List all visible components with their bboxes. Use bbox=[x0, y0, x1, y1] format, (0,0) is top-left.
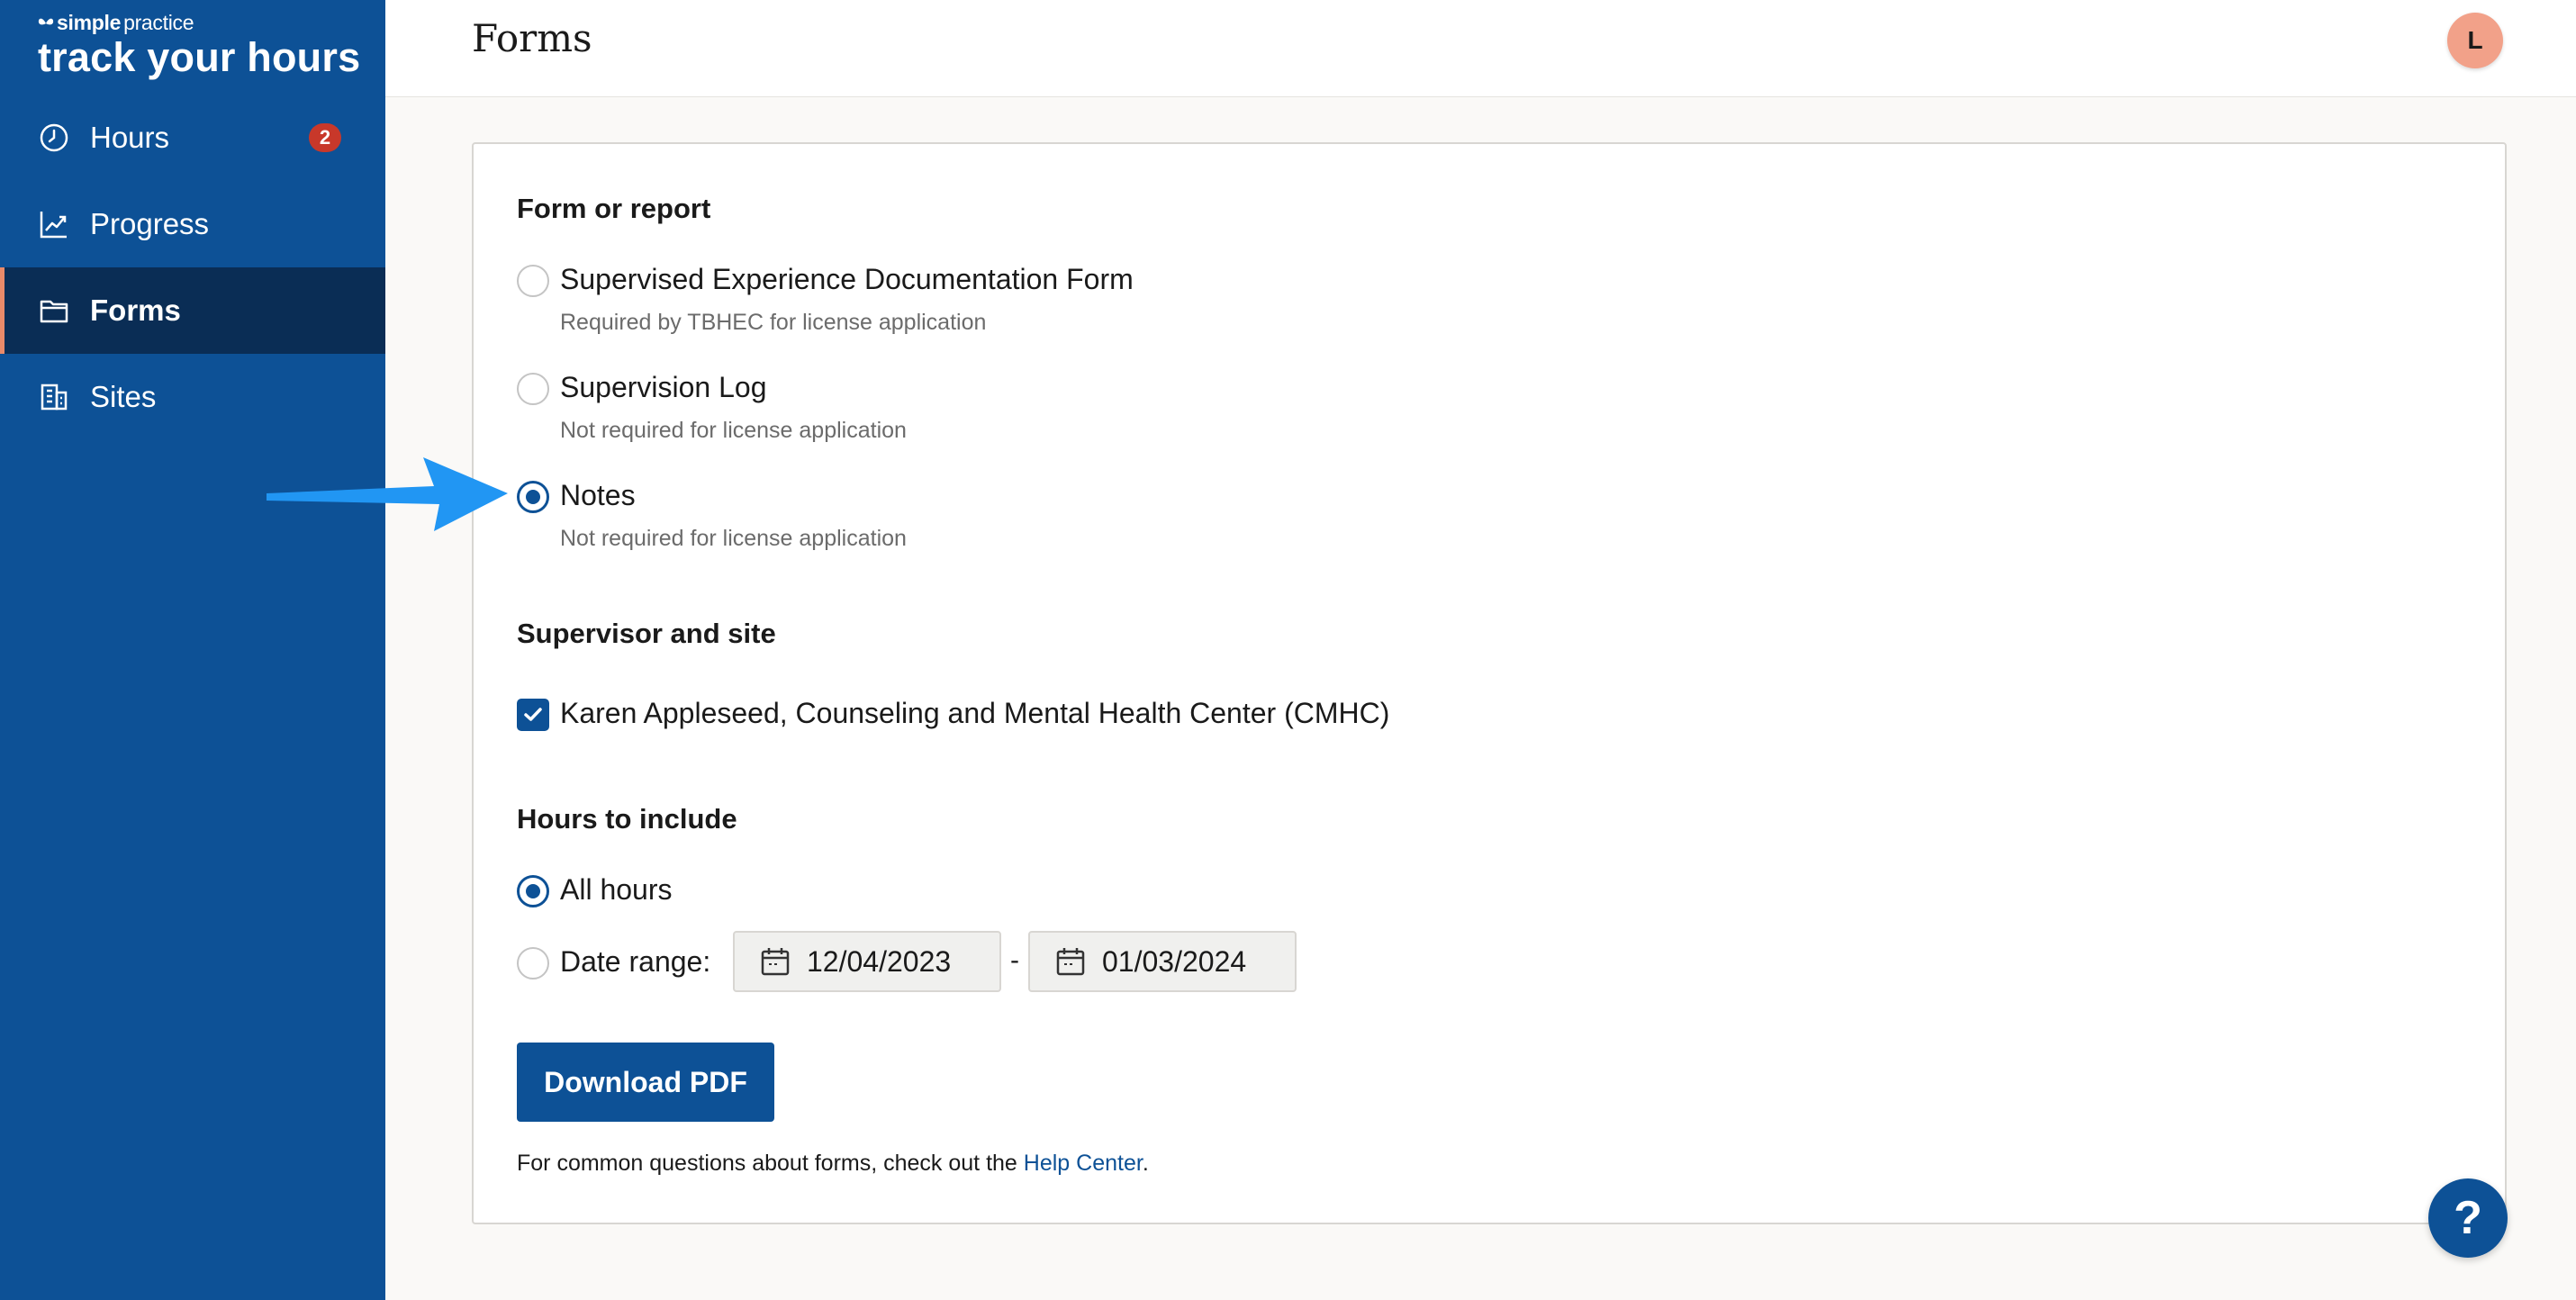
clock-icon bbox=[38, 122, 70, 154]
sidebar-item-hours[interactable]: Hours 2 bbox=[0, 95, 385, 181]
butterfly-icon bbox=[38, 18, 54, 24]
radio-all-hours[interactable] bbox=[517, 875, 549, 907]
start-date-input[interactable]: 12/04/2023 bbox=[733, 931, 1001, 992]
notification-badge: 2 bbox=[309, 123, 341, 152]
sidebar-item-label: Sites bbox=[90, 380, 157, 413]
sidebar-item-label: Forms bbox=[90, 293, 181, 327]
help-text: For common questions about forms, check … bbox=[517, 1151, 1149, 1177]
sidebar-item-label: Progress bbox=[90, 207, 210, 240]
page-header: Forms L bbox=[385, 0, 2576, 97]
supervisor-checkbox[interactable] bbox=[517, 699, 549, 731]
annotation-arrow-icon bbox=[267, 457, 508, 531]
supervisor-and-site-heading: Supervisor and site bbox=[517, 618, 776, 649]
sidebar-item-forms[interactable]: Forms bbox=[0, 267, 385, 354]
sidebar-nav: Hours 2 Progress Forms Sites bbox=[0, 95, 385, 440]
help-text-suffix: . bbox=[1142, 1151, 1149, 1176]
option-sublabel-supervision-log: Not required for license application bbox=[560, 418, 907, 443]
help-button[interactable]: ? bbox=[2428, 1178, 2508, 1258]
forms-card: Form or report Supervised Experience Doc… bbox=[472, 142, 2507, 1224]
date-range-separator: - bbox=[1010, 945, 1019, 975]
date-range-label[interactable]: Date range: bbox=[560, 945, 710, 979]
download-pdf-button[interactable]: Download PDF bbox=[517, 1043, 774, 1122]
radio-supervision-log[interactable] bbox=[517, 373, 549, 405]
user-avatar[interactable]: L bbox=[2447, 13, 2503, 68]
page-title: Forms bbox=[472, 16, 592, 60]
option-sublabel-supervised-experience: Required by TBHEC for license applicatio… bbox=[560, 310, 987, 335]
calendar-icon bbox=[760, 946, 791, 977]
sidebar-item-sites[interactable]: Sites bbox=[0, 354, 385, 440]
checkmark-icon bbox=[524, 708, 542, 721]
sidebar: simple practice track your hours Hours 2 … bbox=[0, 0, 385, 1300]
end-date-input[interactable]: 01/03/2024 bbox=[1028, 931, 1297, 992]
brand-wordmark: simple practice bbox=[38, 11, 360, 35]
option-label-supervised-experience[interactable]: Supervised Experience Documentation Form bbox=[560, 263, 1134, 296]
brand-simple: simple bbox=[57, 11, 122, 34]
help-center-link[interactable]: Help Center bbox=[1024, 1151, 1143, 1176]
help-text-prefix: For common questions about forms, check … bbox=[517, 1151, 1024, 1176]
form-or-report-heading: Form or report bbox=[517, 193, 711, 224]
start-date-value: 12/04/2023 bbox=[807, 944, 952, 978]
building-icon bbox=[38, 381, 70, 413]
brand-logo[interactable]: simple practice track your hours bbox=[38, 11, 360, 77]
brand-practice: practice bbox=[123, 11, 194, 34]
sidebar-item-label: Hours bbox=[90, 121, 170, 154]
calendar-icon bbox=[1055, 946, 1086, 977]
folder-icon bbox=[38, 294, 70, 327]
brand-title: track your hours bbox=[38, 34, 361, 80]
option-label-supervision-log[interactable]: Supervision Log bbox=[560, 371, 766, 404]
all-hours-label[interactable]: All hours bbox=[560, 873, 673, 907]
option-label-notes[interactable]: Notes bbox=[560, 479, 636, 512]
radio-supervised-experience[interactable] bbox=[517, 265, 549, 297]
sidebar-item-progress[interactable]: Progress bbox=[0, 181, 385, 267]
radio-notes[interactable] bbox=[517, 481, 549, 513]
radio-date-range[interactable] bbox=[517, 947, 549, 980]
supervisor-label[interactable]: Karen Appleseed, Counseling and Mental H… bbox=[560, 697, 1389, 730]
chart-line-icon bbox=[38, 208, 70, 240]
hours-to-include-heading: Hours to include bbox=[517, 803, 737, 835]
option-sublabel-notes: Not required for license application bbox=[560, 526, 907, 551]
end-date-value: 01/03/2024 bbox=[1102, 944, 1247, 978]
